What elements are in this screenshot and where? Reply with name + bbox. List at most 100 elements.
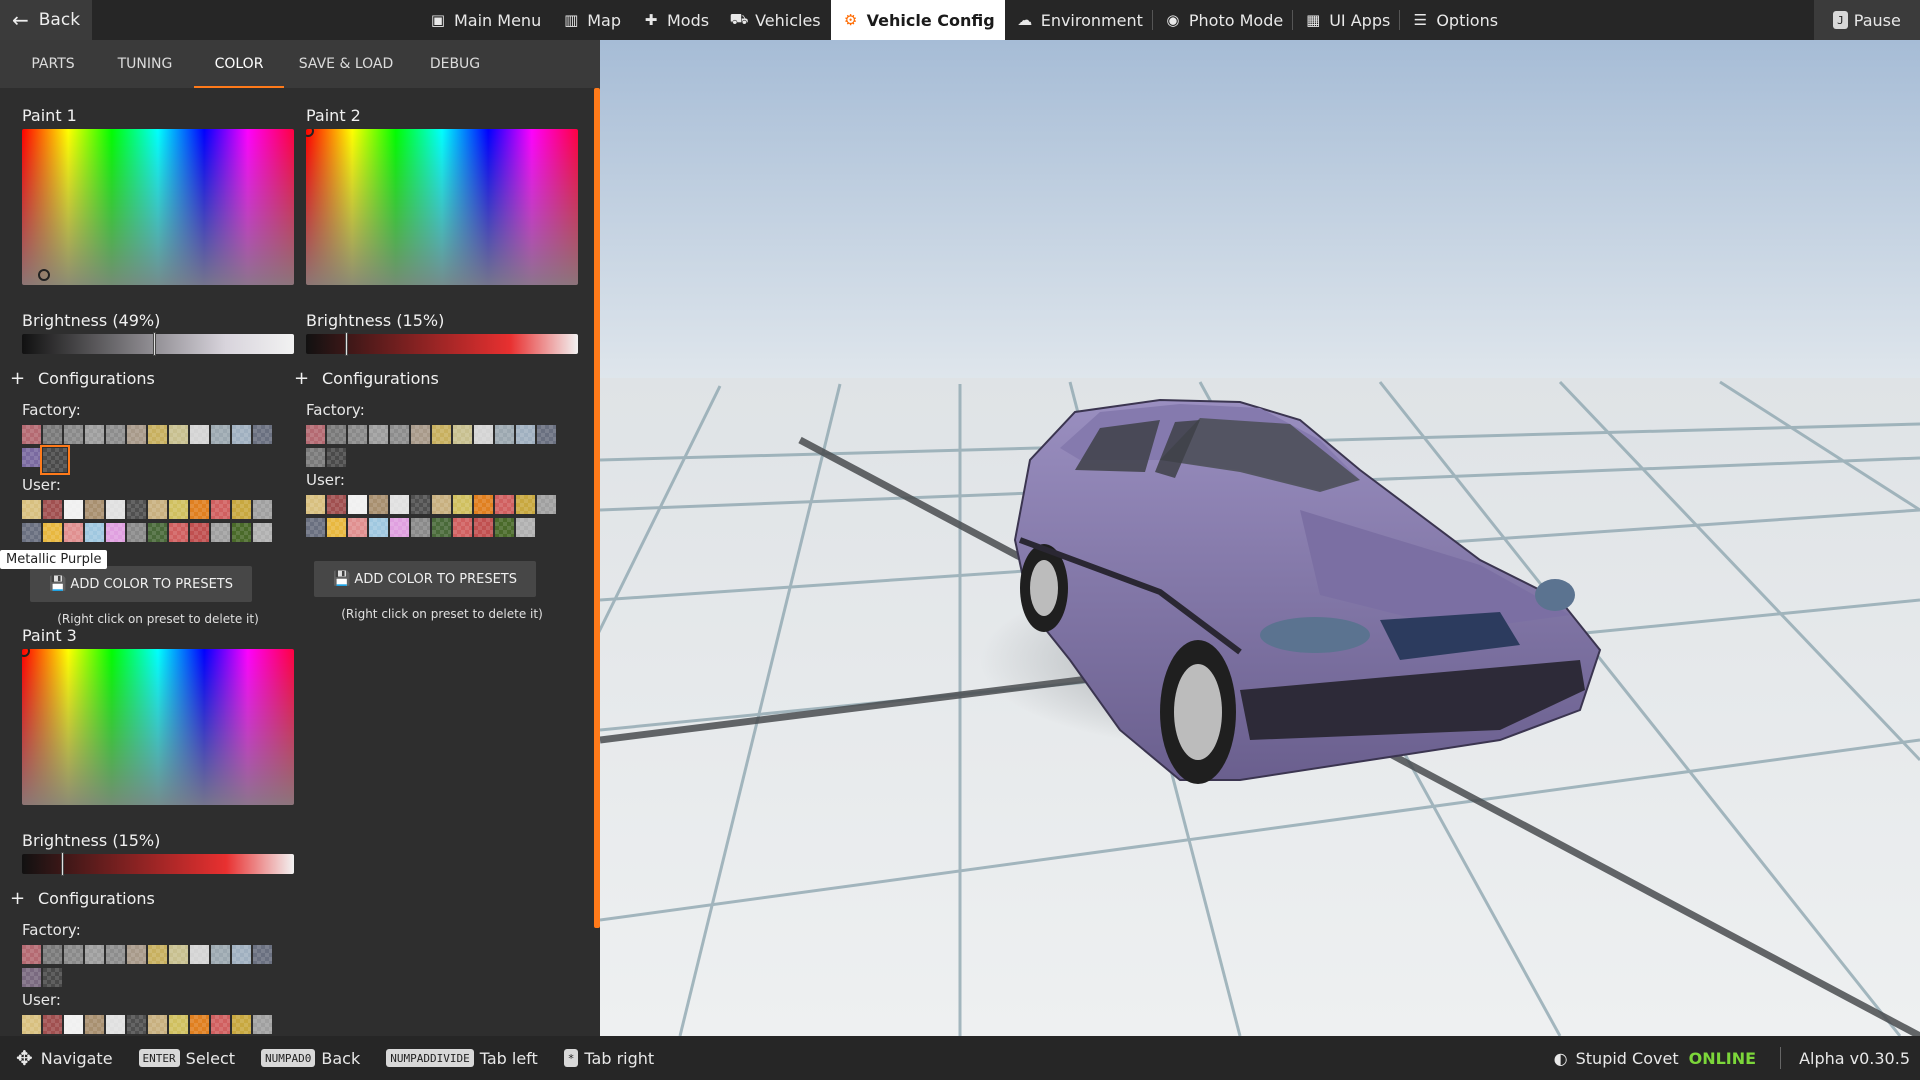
color-swatch[interactable] (85, 945, 104, 964)
color-swatch[interactable] (106, 1015, 125, 1034)
picker-cursor[interactable] (38, 269, 50, 281)
color-swatch[interactable] (169, 500, 188, 519)
color-swatch[interactable] (148, 1015, 167, 1034)
color-swatch[interactable] (411, 518, 430, 537)
color-swatch[interactable] (453, 425, 472, 444)
color-swatch[interactable] (64, 425, 83, 444)
color-swatch[interactable] (127, 500, 146, 519)
color-swatch[interactable] (127, 945, 146, 964)
color-swatch[interactable] (64, 500, 83, 519)
color-swatch[interactable] (390, 518, 409, 537)
color-swatch[interactable] (411, 495, 430, 514)
color-swatch[interactable] (348, 425, 367, 444)
picker-cursor[interactable] (22, 649, 30, 657)
color-swatch[interactable] (190, 945, 209, 964)
nav-options[interactable]: ☰ Options (1400, 0, 1508, 40)
color-swatch[interactable] (369, 425, 388, 444)
color-swatch[interactable] (106, 500, 125, 519)
color-swatch[interactable] (232, 523, 251, 542)
color-swatch[interactable] (22, 945, 41, 964)
color-swatch[interactable] (537, 425, 556, 444)
color-swatch[interactable] (22, 1015, 41, 1034)
tab-color[interactable]: COLOR (194, 40, 284, 88)
color-swatch[interactable] (327, 448, 346, 467)
color-swatch[interactable] (22, 448, 41, 467)
color-swatch[interactable] (190, 425, 209, 444)
color-swatch[interactable] (190, 1015, 209, 1034)
color-swatch[interactable] (327, 425, 346, 444)
color-swatch[interactable] (85, 1015, 104, 1034)
color-swatch[interactable] (190, 500, 209, 519)
color-swatch[interactable] (232, 945, 251, 964)
brightness-slider[interactable] (22, 332, 294, 356)
color-swatch[interactable] (148, 523, 167, 542)
color-swatch[interactable] (64, 945, 83, 964)
color-swatch[interactable] (369, 495, 388, 514)
color-swatch[interactable] (432, 518, 451, 537)
color-swatch[interactable] (369, 518, 388, 537)
color-swatch[interactable] (22, 968, 41, 987)
nav-vehicle-config[interactable]: ⚙ Vehicle Config (830, 0, 1005, 40)
color-swatch[interactable] (148, 945, 167, 964)
color-swatch[interactable] (211, 425, 230, 444)
color-swatch[interactable] (432, 425, 451, 444)
color-swatch[interactable] (43, 425, 62, 444)
add-color-to-presets-button[interactable]: 💾 ADD COLOR TO PRESETS (314, 561, 536, 597)
nav-map[interactable]: ▥ Map (551, 0, 631, 40)
color-picker[interactable] (22, 649, 294, 805)
color-swatch[interactable] (169, 1015, 188, 1034)
color-swatch[interactable] (211, 945, 230, 964)
color-swatch[interactable] (106, 523, 125, 542)
brightness-thumb[interactable] (153, 332, 157, 356)
color-swatch[interactable] (516, 425, 535, 444)
configurations-toggle[interactable]: + Configurations (294, 368, 592, 389)
tab-save-load[interactable]: SAVE & LOAD (284, 40, 408, 88)
color-swatch[interactable] (43, 945, 62, 964)
color-swatch[interactable] (253, 945, 272, 964)
color-swatch[interactable] (411, 425, 430, 444)
nav-main-menu[interactable]: ▣ Main Menu (418, 0, 551, 40)
nav-mods[interactable]: ✚ Mods (631, 0, 719, 40)
back-button[interactable]: ← Back (0, 0, 92, 40)
color-swatch[interactable] (127, 523, 146, 542)
color-swatch[interactable] (348, 495, 367, 514)
color-swatch[interactable] (64, 1015, 83, 1034)
color-swatch[interactable] (211, 523, 230, 542)
color-swatch[interactable] (232, 1015, 251, 1034)
color-swatch[interactable] (169, 523, 188, 542)
pause-button[interactable]: J Pause (1814, 0, 1920, 40)
color-swatch[interactable] (85, 500, 104, 519)
color-swatch[interactable] (390, 425, 409, 444)
color-swatch[interactable] (127, 425, 146, 444)
color-swatch[interactable] (40, 445, 70, 475)
color-swatch[interactable] (306, 495, 325, 514)
add-color-to-presets-button[interactable]: 💾 ADD COLOR TO PRESETS (30, 566, 252, 602)
3d-viewport[interactable] (600, 40, 1920, 1036)
brightness-thumb[interactable] (344, 332, 348, 356)
color-swatch[interactable] (232, 425, 251, 444)
nav-vehicles[interactable]: ⛟ Vehicles (719, 0, 831, 40)
color-swatch[interactable] (211, 500, 230, 519)
color-swatch[interactable] (327, 518, 346, 537)
tab-debug[interactable]: DEBUG (408, 40, 502, 88)
color-picker[interactable] (22, 129, 294, 285)
brightness-thumb[interactable] (60, 852, 64, 876)
color-swatch[interactable] (85, 523, 104, 542)
nav-environment[interactable]: ☁ Environment (1005, 0, 1154, 40)
color-swatch[interactable] (516, 495, 535, 514)
color-swatch[interactable] (348, 518, 367, 537)
color-swatch[interactable] (64, 523, 83, 542)
color-swatch[interactable] (43, 523, 62, 542)
color-swatch[interactable] (306, 425, 325, 444)
color-swatch[interactable] (43, 968, 62, 987)
color-swatch[interactable] (85, 425, 104, 444)
color-swatch[interactable] (148, 425, 167, 444)
color-swatch[interactable] (537, 495, 556, 514)
color-swatch[interactable] (148, 500, 167, 519)
tab-tuning[interactable]: TUNING (96, 40, 194, 88)
color-swatch[interactable] (211, 1015, 230, 1034)
color-swatch[interactable] (474, 425, 493, 444)
color-swatch[interactable] (169, 945, 188, 964)
color-swatch[interactable] (453, 495, 472, 514)
color-swatch[interactable] (495, 518, 514, 537)
